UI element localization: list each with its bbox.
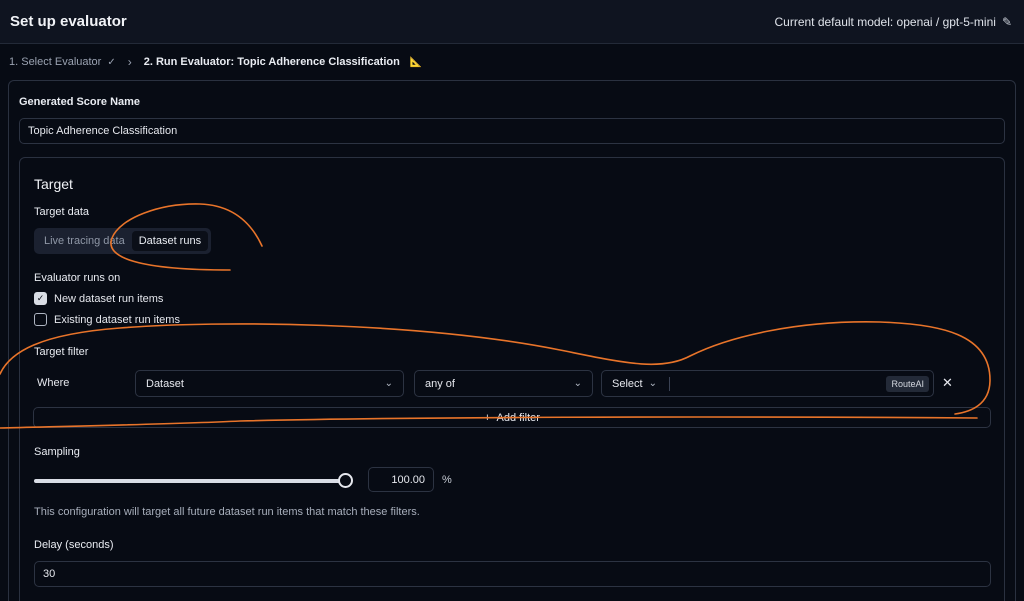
new-dataset-run-items-row[interactable]: ✓ New dataset run items [34, 292, 163, 305]
filter-operator-select[interactable]: any of ⌄ [414, 370, 593, 397]
target-data-toggle: Live tracing data Dataset runs [34, 228, 212, 254]
target-data-label: Target data [34, 206, 90, 218]
sampling-slider-handle[interactable] [338, 473, 353, 488]
score-name-input[interactable]: Topic Adherence Classification [19, 118, 1005, 144]
toggle-dataset-runs[interactable]: Dataset runs [131, 231, 209, 251]
breadcrumb-step-select-evaluator[interactable]: 1. Select Evaluator [9, 56, 101, 68]
divider [668, 376, 670, 391]
existing-dataset-run-items-row[interactable]: Existing dataset run items [34, 313, 180, 326]
evaluator-runs-on-label: Evaluator runs on [34, 272, 121, 284]
filter-value-chip: RouteAI [886, 375, 929, 392]
default-model-text: Current default model: openai / gpt-5-mi… [774, 14, 996, 29]
percent-unit: % [442, 474, 452, 486]
sampling-note: This configuration will target all futur… [34, 506, 420, 518]
target-section: Target Target data Live tracing data Dat… [19, 157, 1005, 601]
add-filter-label: Add filter [496, 411, 540, 424]
existing-items-label: Existing dataset run items [54, 313, 180, 326]
filter-column-select[interactable]: Dataset ⌄ [135, 370, 404, 397]
delay-label: Delay (seconds) [34, 539, 114, 551]
default-model-indicator[interactable]: Current default model: openai / gpt-5-mi… [774, 15, 1012, 29]
check-icon: ✓ [107, 56, 116, 68]
where-label: Where [37, 377, 70, 389]
sampling-percent-input[interactable]: 100.00 [368, 467, 434, 492]
filter-operator-value: any of [425, 377, 455, 390]
chevron-down-icon: ⌄ [648, 378, 657, 389]
page-title: Set up evaluator [10, 13, 127, 30]
new-items-checkbox[interactable]: ✓ [34, 292, 47, 305]
breadcrumb-step-run-evaluator: 2. Run Evaluator: Topic Adherence Classi… [143, 56, 400, 68]
remove-filter-close-icon[interactable]: ✕ [942, 375, 953, 391]
filter-column-value: Dataset [146, 377, 184, 390]
target-filter-label: Target filter [34, 346, 89, 358]
sampling-slider-track[interactable] [34, 479, 346, 483]
add-filter-button[interactable]: + Add filter [33, 407, 991, 428]
delay-input[interactable]: 30 [34, 561, 991, 587]
new-items-label: New dataset run items [54, 292, 164, 305]
target-title: Target [34, 176, 73, 192]
filter-value-select[interactable]: Select ⌄ RouteAI [601, 370, 934, 397]
plus-icon: + [484, 411, 491, 424]
chevron-down-icon: ⌄ [384, 378, 393, 389]
score-name-label: Generated Score Name [19, 96, 141, 108]
pencil-icon[interactable]: ✎ [1002, 15, 1012, 29]
chevron-down-icon: ⌄ [573, 378, 582, 389]
chevron-right-icon: › [127, 55, 132, 69]
breadcrumb: 1. Select Evaluator ✓ › 2. Run Evaluator… [9, 54, 422, 70]
existing-items-checkbox[interactable] [34, 313, 47, 326]
filter-value-placeholder: Select [612, 377, 643, 390]
top-bar: Set up evaluator Current default model: … [0, 0, 1024, 44]
ruler-icon: 📐 [409, 56, 423, 68]
sampling-label: Sampling [34, 446, 80, 458]
toggle-live-tracing-data[interactable]: Live tracing data [37, 231, 132, 251]
evaluator-form-panel: Generated Score Name Topic Adherence Cla… [8, 80, 1016, 601]
